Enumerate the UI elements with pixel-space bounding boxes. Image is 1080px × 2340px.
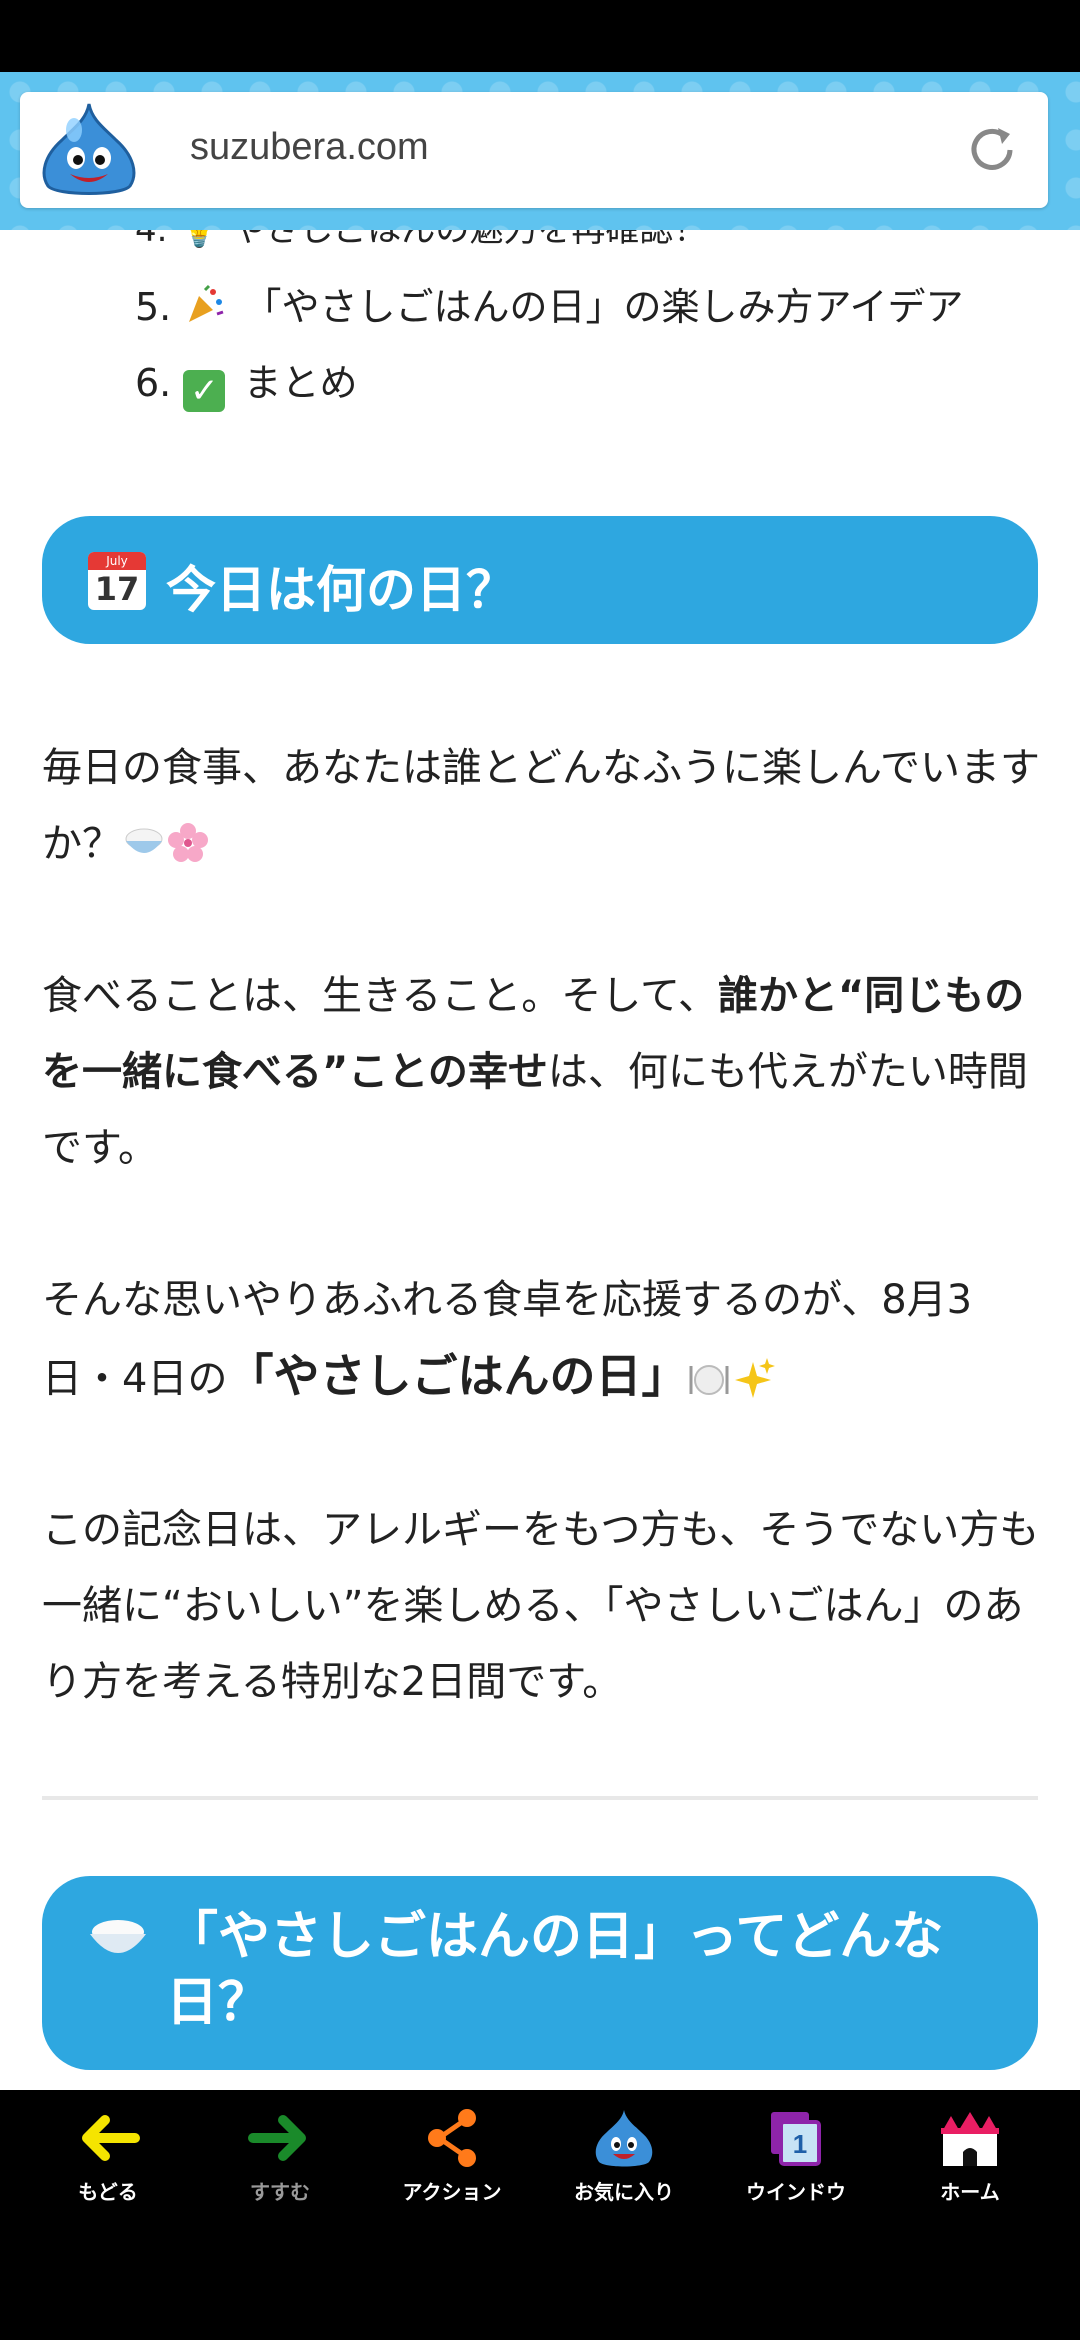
- section-heading-text: 「やさしごはんの日」ってどんな日？: [166, 1907, 944, 2033]
- url-text[interactable]: suzubera.com: [190, 126, 429, 169]
- toc-item-label: 「やさしごはんの日」の楽しみ方アイデア: [243, 285, 964, 329]
- back-arrow-icon: [82, 2115, 140, 2161]
- cherry-blossom-icon: [168, 823, 208, 862]
- section-divider: [42, 1796, 1038, 1800]
- section-heading-today: July 17 今日は何の日？: [42, 516, 1038, 644]
- system-nav-area: [0, 2216, 1080, 2340]
- rice-bowl-icon: [125, 828, 163, 853]
- action-button[interactable]: アクション: [366, 2090, 538, 2216]
- bottom-toolbar: もどる すすむ アクション お気に入り 1 ウインドウ ホーム: [0, 2090, 1080, 2216]
- forward-label: すすむ: [250, 2180, 310, 2204]
- sparkles-icon: [735, 1358, 776, 1398]
- paragraph-2: 食べることは、生きること。そして、誰かと“同じものを一緒に食べる”ことの幸せは、…: [42, 973, 1028, 1171]
- paragraph-3: そんな思いやりあふれる食卓を応援するのが、8月3日・4日の「やさしごはんの日」: [42, 1277, 973, 1403]
- home-label: ホーム: [940, 2180, 1000, 2204]
- reload-icon[interactable]: [962, 120, 1022, 180]
- browser-header: suzubera.com: [0, 72, 1080, 230]
- favorites-label: お気に入り: [574, 2180, 674, 2204]
- toc-item-number: 5.: [135, 285, 172, 329]
- paragraph-4: この記念日は、アレルギーをもつ方も、そうでない方も一緒に“おいしい”を楽しめる、…: [42, 1507, 1040, 1705]
- slime-logo-icon[interactable]: [34, 100, 144, 200]
- article-content: 4. 💡 やさしごはんの魅力を再確認！ 5. 「やさしごはんの日」の楽しみ方アイ…: [0, 230, 1080, 2090]
- favorites-button[interactable]: お気に入り: [538, 2090, 710, 2216]
- toc-item-6[interactable]: 6. ✓ まとめ: [135, 352, 357, 412]
- toc-item-number: 6.: [135, 361, 172, 405]
- slime-favorites-icon: [595, 2110, 653, 2167]
- window-button[interactable]: 1 ウインドウ: [710, 2090, 882, 2216]
- check-mark-icon: ✓: [183, 370, 226, 412]
- share-icon: [428, 2109, 476, 2167]
- action-label: アクション: [402, 2180, 502, 2204]
- toc-item-4[interactable]: 4. 💡 やさしごはんの魅力を再確認！: [135, 230, 707, 251]
- calendar-icon: July 17: [88, 552, 146, 610]
- home-button[interactable]: ホーム: [884, 2090, 1056, 2216]
- forward-button[interactable]: すすむ: [194, 2090, 366, 2216]
- window-label: ウインドウ: [746, 2180, 846, 2204]
- paragraph-1: 毎日の食事、あなたは誰とどんなふうに楽しんでいますか？: [42, 745, 1040, 867]
- back-button[interactable]: もどる: [22, 2090, 194, 2216]
- forward-arrow-icon: [248, 2115, 306, 2161]
- window-count: 1: [793, 2129, 807, 2159]
- section-heading-what-day: 「やさしごはんの日」ってどんな日？: [42, 1876, 1038, 2070]
- plate-cutlery-icon: [689, 1365, 729, 1395]
- toc-item-label: まとめ: [243, 361, 358, 405]
- party-popper-icon: [189, 284, 224, 322]
- toc-item-5[interactable]: 5. 「やさしごはんの日」の楽しみ方アイデア: [135, 276, 964, 331]
- emphasis-text: 「やさしごはんの日」: [227, 1349, 688, 1403]
- castle-home-icon: [941, 2112, 999, 2166]
- address-bar[interactable]: suzubera.com: [20, 92, 1048, 208]
- status-bar: [0, 0, 1080, 72]
- back-label: もどる: [78, 2180, 138, 2204]
- window-icon: 1: [771, 2112, 821, 2166]
- rice-bowl-icon: [90, 1920, 146, 1953]
- section-heading-text: 今日は何の日？: [166, 561, 516, 619]
